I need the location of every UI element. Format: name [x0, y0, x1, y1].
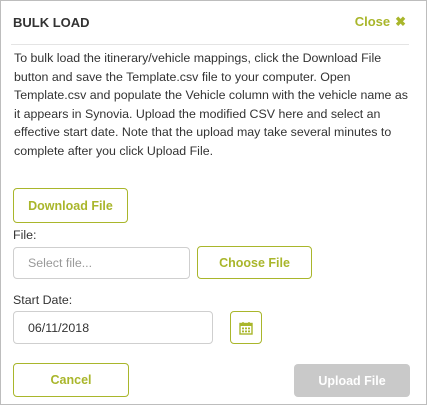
close-button[interactable]: Close ✖: [355, 14, 406, 29]
calendar-button[interactable]: [230, 311, 262, 344]
header-divider: [11, 44, 409, 45]
close-x-icon: ✖: [395, 14, 406, 29]
file-input[interactable]: [13, 247, 190, 279]
start-date-label: Start Date:: [13, 293, 73, 307]
upload-file-button[interactable]: Upload File: [294, 364, 410, 397]
file-label: File:: [13, 228, 37, 242]
instructions-text: To bulk load the itinerary/vehicle mappi…: [14, 51, 408, 158]
dialog-title: BULK LOAD: [13, 15, 90, 30]
choose-file-button[interactable]: Choose File: [197, 246, 312, 279]
close-label: Close: [354, 14, 391, 29]
download-file-button[interactable]: Download File: [13, 188, 128, 223]
bulk-load-dialog: BULK LOAD Close ✖ To bulk load the itine…: [0, 0, 427, 405]
cancel-button[interactable]: Cancel: [13, 363, 129, 397]
start-date-input[interactable]: [13, 311, 213, 344]
dialog-header: BULK LOAD Close ✖: [1, 1, 426, 45]
calendar-icon: [239, 321, 253, 335]
